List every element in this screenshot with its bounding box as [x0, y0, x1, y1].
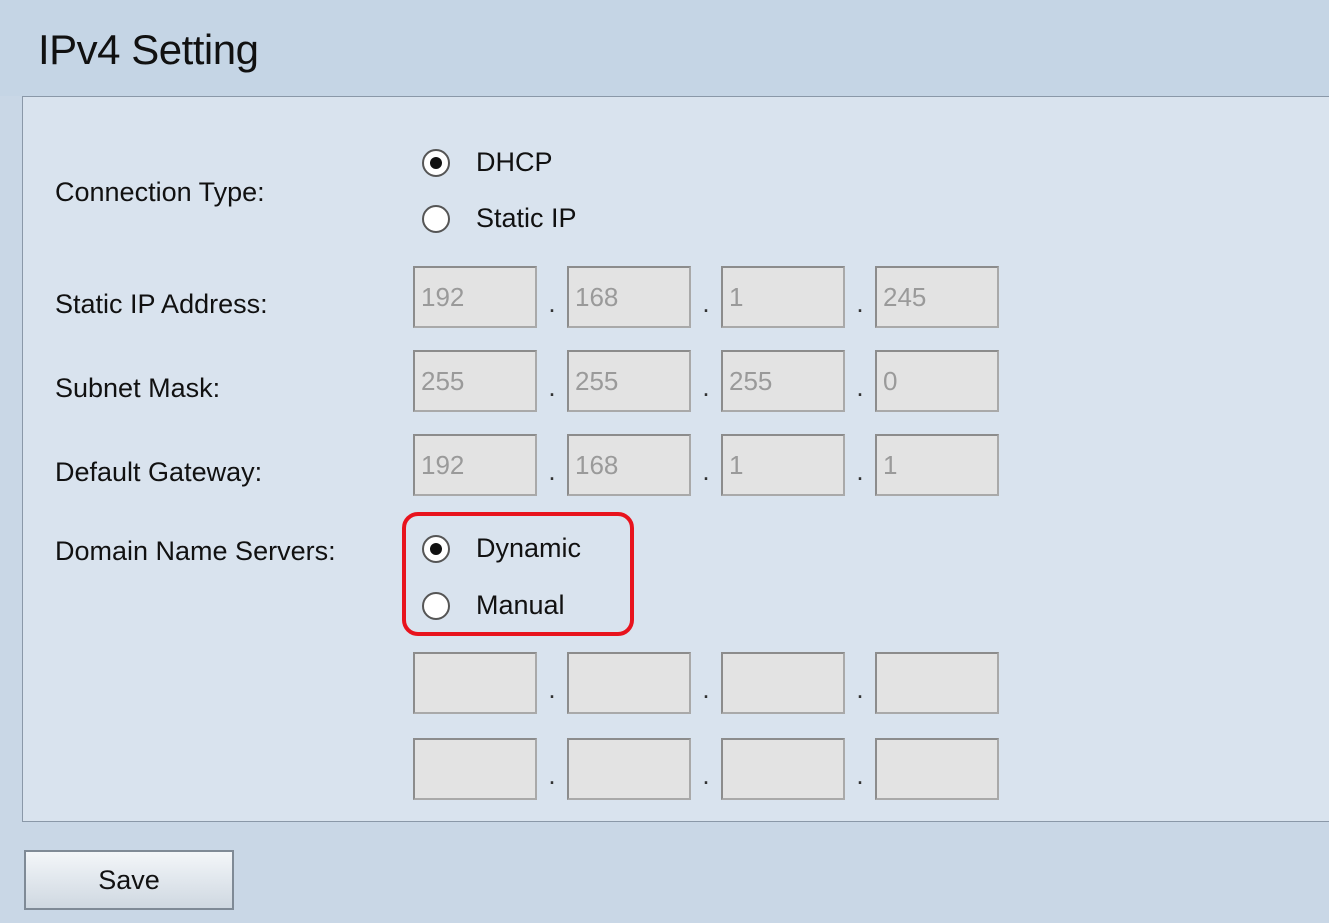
octet-separator: . — [548, 674, 556, 704]
dns1-octet-3[interactable] — [721, 652, 845, 714]
static-ip-label: Static IP Address: — [55, 289, 268, 319]
dns2-octet-3[interactable] — [721, 738, 845, 800]
default-gateway-label: Default Gateway: — [55, 457, 263, 487]
radio-static-ip-button[interactable] — [422, 204, 450, 233]
subnet-mask-label: Subnet Mask: — [55, 373, 221, 403]
dns1-octet-4[interactable] — [875, 652, 999, 714]
subnet-mask-octet-3[interactable] — [721, 350, 845, 412]
radio-dhcp-button[interactable] — [422, 148, 450, 177]
page-title: IPv4 Setting — [38, 26, 259, 73]
octet-separator: . — [856, 288, 864, 318]
dns1-octet-2[interactable] — [567, 652, 691, 714]
octet-separator: . — [702, 288, 710, 318]
static-ip-octet-2[interactable] — [567, 266, 691, 328]
octet-separator: . — [702, 760, 710, 790]
octet-separator: . — [702, 372, 710, 402]
radio-static-ip[interactable]: Static IP — [422, 203, 577, 234]
subnet-mask-octet-2[interactable] — [567, 350, 691, 412]
gateway-octet-2[interactable] — [567, 434, 691, 496]
octet-separator: . — [856, 760, 864, 790]
static-ip-octet-3[interactable] — [721, 266, 845, 328]
default-gateway-fields: . . . — [413, 434, 999, 496]
octet-separator: . — [548, 288, 556, 318]
octet-separator: . — [702, 674, 710, 704]
octet-separator: . — [702, 456, 710, 486]
dns-server-1-fields: . . . — [413, 652, 999, 714]
dns2-octet-4[interactable] — [875, 738, 999, 800]
dns-label: Domain Name Servers: — [55, 536, 336, 566]
dns2-octet-2[interactable] — [567, 738, 691, 800]
static-ip-octet-4[interactable] — [875, 266, 999, 328]
dns-server-2-fields: . . . — [413, 738, 999, 800]
highlight-annotation — [402, 512, 634, 636]
static-ip-fields: . . . — [413, 266, 999, 328]
radio-static-ip-label: Static IP — [476, 203, 577, 233]
octet-separator: . — [548, 760, 556, 790]
subnet-mask-octet-4[interactable] — [875, 350, 999, 412]
page-header: IPv4 Setting — [0, 0, 1329, 96]
octet-separator: . — [548, 456, 556, 486]
octet-separator: . — [856, 456, 864, 486]
gateway-octet-4[interactable] — [875, 434, 999, 496]
gateway-octet-1[interactable] — [413, 434, 537, 496]
gateway-octet-3[interactable] — [721, 434, 845, 496]
subnet-mask-octet-1[interactable] — [413, 350, 537, 412]
octet-separator: . — [548, 372, 556, 402]
connection-type-label: Connection Type: — [55, 177, 265, 207]
octet-separator: . — [856, 372, 864, 402]
radio-dhcp-label: DHCP — [476, 147, 553, 177]
octet-separator: . — [856, 674, 864, 704]
dns1-octet-1[interactable] — [413, 652, 537, 714]
save-button[interactable]: Save — [24, 850, 234, 910]
radio-dhcp[interactable]: DHCP — [422, 147, 553, 178]
subnet-mask-fields: . . . — [413, 350, 999, 412]
static-ip-octet-1[interactable] — [413, 266, 537, 328]
dns2-octet-1[interactable] — [413, 738, 537, 800]
